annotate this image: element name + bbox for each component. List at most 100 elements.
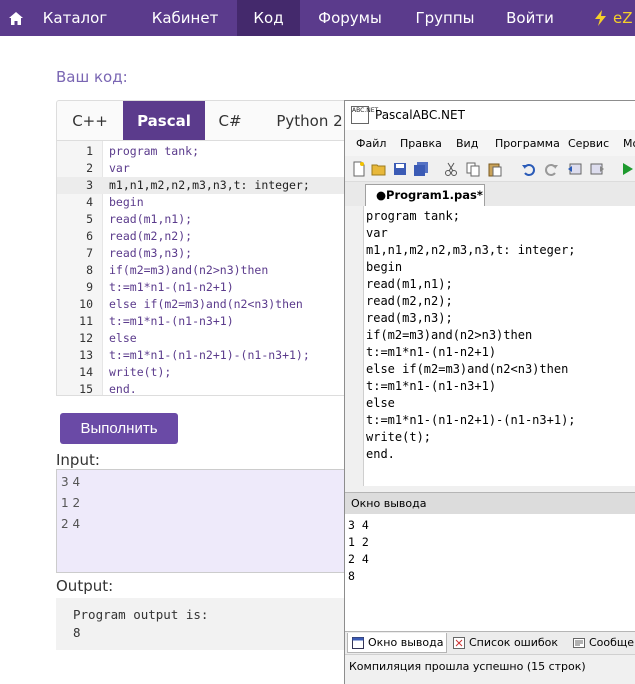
brand-link[interactable]: eZ — [593, 0, 633, 36]
save-icon[interactable] — [392, 161, 408, 177]
code-line: 11 t:=m1*n1-(n1-n3+1) — [57, 313, 355, 330]
new-file-icon[interactable] — [351, 161, 367, 177]
forward-icon[interactable] — [589, 161, 605, 177]
open-folder-icon[interactable] — [371, 161, 387, 177]
ide-code-editor[interactable]: program tank; var m1,n1,m2,n2,m3,n3,t: int… — [363, 206, 635, 486]
menu-file[interactable]: Файл — [356, 137, 386, 150]
tab-python2[interactable]: Python 2 — [262, 101, 357, 140]
output-window[interactable]: 3 4 1 2 2 4 8 — [345, 514, 635, 632]
code-text: else if(m2=m3)and(n2<n3)then — [109, 297, 303, 311]
code-text: t:=m1*n1-(n1-n2+1) — [109, 280, 234, 294]
file-tab-program1[interactable]: ●Program1.pas* — [365, 184, 485, 206]
line-number: 12 — [79, 331, 93, 345]
code-text: write(t); — [109, 365, 172, 379]
tab-pascal[interactable]: Pascal — [123, 101, 205, 140]
input-line: 3 4 — [61, 475, 81, 489]
back-icon[interactable] — [567, 161, 583, 177]
code-text: t:=m1*n1-(n1-n3+1) — [109, 314, 234, 328]
tab-error-list[interactable]: Список ошибок — [449, 633, 567, 653]
run-button[interactable]: Выполнить — [60, 413, 178, 444]
paste-icon[interactable] — [487, 161, 503, 177]
tab-csharp[interactable]: C# — [205, 101, 255, 140]
tab-label: Сообще — [589, 636, 635, 649]
lightning-icon — [595, 10, 606, 26]
line-number: 10 — [79, 297, 93, 311]
output-line: 3 4 — [348, 518, 369, 532]
ide-code-line: program tank; — [366, 209, 460, 223]
cut-icon[interactable] — [443, 161, 459, 177]
window-titlebar[interactable]: ABC.NET PascalABC.NET — [345, 101, 635, 130]
file-tabs: ●Program1.pas* — [345, 182, 635, 206]
ide-code-line: t:=m1*n1-(n1-n3+1) — [366, 379, 497, 393]
output-line: Program output is: — [73, 607, 209, 622]
top-navigation: Каталог Кабинет Код Форумы Группы Войти … — [0, 0, 635, 36]
code-text: begin — [109, 195, 144, 209]
code-text: if(m2=m3)and(n2>n3)then — [109, 263, 269, 277]
menu-program[interactable]: Программа — [495, 137, 560, 150]
line-number: 4 — [86, 195, 93, 209]
line-number: 2 — [86, 161, 93, 175]
code-line: 3 m1,n1,m2,n2,m3,n3,t: integer; — [57, 177, 355, 194]
line-number: 9 — [86, 280, 93, 294]
code-text: t:=m1*n1-(n1-n2+1)-(n1-n3+1); — [109, 348, 310, 362]
ide-code-line: begin — [366, 260, 403, 274]
code-text: program tank; — [109, 144, 200, 158]
nav-item-cabinet[interactable]: Кабинет — [136, 0, 234, 36]
home-button[interactable] — [0, 0, 32, 36]
line-number: 13 — [79, 348, 93, 362]
line-number: 7 — [86, 246, 93, 260]
input-textarea[interactable]: 3 4 1 2 2 4 — [56, 469, 356, 573]
menu-edit[interactable]: Правка — [400, 137, 442, 150]
output-window-header: Окно вывода — [345, 492, 635, 514]
tab-messages[interactable]: Сообще — [569, 633, 635, 653]
brand-text: eZ — [613, 9, 633, 27]
nav-item-catalog[interactable]: Каталог — [32, 0, 118, 36]
tab-cpp[interactable]: C++ — [57, 101, 123, 140]
code-text: end. — [109, 382, 137, 396]
status-bar: Компиляция прошла успешно (15 строк) — [345, 654, 635, 684]
code-line: 10 else if(m2=m3)and(n2<n3)then — [57, 296, 355, 313]
ide-code-line: read(m1,n1); — [366, 277, 453, 291]
home-icon — [9, 11, 23, 25]
code-text: read(m3,n3); — [109, 246, 193, 260]
copy-icon[interactable] — [465, 161, 481, 177]
ide-code-line: write(t); — [366, 430, 432, 444]
tab-label: Окно вывода — [368, 636, 444, 649]
code-line: 12 else — [57, 330, 355, 347]
line-number: 3 — [86, 178, 93, 192]
pascalabc-window: ABC.NET PascalABC.NET Файл Правка Вид Пр… — [344, 100, 635, 684]
nav-item-code[interactable]: Код — [237, 0, 300, 36]
menu-view[interactable]: Вид — [456, 137, 478, 150]
nav-item-forums[interactable]: Форумы — [310, 0, 390, 36]
code-editor[interactable]: 1 program tank; 2 var 3 m1,n1,m2,n2,m3,n3,t: … — [56, 140, 356, 396]
ide-code-line: else — [366, 396, 395, 410]
tab-output-window[interactable]: Окно вывода — [347, 633, 447, 653]
error-list-icon — [453, 637, 465, 649]
save-all-icon[interactable] — [413, 161, 429, 177]
line-number: 5 — [86, 212, 93, 226]
ide-code-line: read(m2,n2); — [366, 294, 453, 308]
code-line: 8 if(m2=m3)and(n2>n3)then — [57, 262, 355, 279]
ide-code-line: if(m2=m3)and(n2>n3)then — [366, 328, 533, 342]
code-text: var — [109, 161, 130, 175]
menu-more[interactable]: Мо — [623, 137, 635, 150]
code-line: 13 t:=m1*n1-(n1-n2+1)-(n1-n3+1); — [57, 347, 355, 364]
menu-service[interactable]: Сервис — [568, 137, 609, 150]
input-line: 2 4 — [61, 517, 81, 531]
code-text: else — [109, 331, 137, 345]
code-line: 6 read(m2,n2); — [57, 228, 355, 245]
undo-icon[interactable] — [521, 161, 537, 177]
ide-code-line: read(m3,n3); — [366, 311, 453, 325]
redo-icon[interactable] — [543, 161, 559, 177]
nav-item-login[interactable]: Войти — [498, 0, 562, 36]
line-number: 11 — [79, 314, 93, 328]
ide-code-line: else if(m2=m3)and(n2<n3)then — [366, 362, 569, 376]
nav-item-groups[interactable]: Группы — [408, 0, 482, 36]
pascalabc-logo: ABC.NET — [351, 106, 378, 124]
toolbar — [345, 156, 635, 182]
run-icon[interactable] — [619, 161, 635, 177]
line-number: 8 — [86, 263, 93, 277]
menu-bar: Файл Правка Вид Программа Сервис Мо — [345, 130, 635, 156]
code-line: 1 program tank; — [57, 143, 355, 160]
code-text: read(m1,n1); — [109, 212, 193, 226]
